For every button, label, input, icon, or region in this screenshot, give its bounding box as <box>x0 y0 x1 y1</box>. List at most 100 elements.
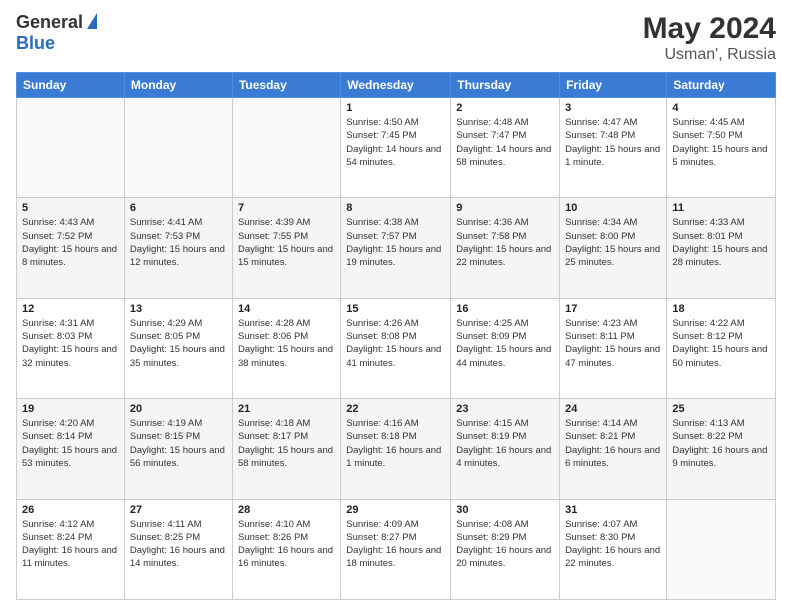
day-number: 5 <box>22 202 119 214</box>
day-info: Sunrise: 4:45 AM Sunset: 7:50 PM Dayligh… <box>672 116 770 169</box>
table-row: 6 Sunrise: 4:41 AM Sunset: 7:53 PM Daylig… <box>124 198 232 298</box>
day-info: Sunrise: 4:28 AM Sunset: 8:06 PM Dayligh… <box>238 317 335 370</box>
day-info: Sunrise: 4:34 AM Sunset: 8:00 PM Dayligh… <box>565 216 661 269</box>
table-row: 28 Sunrise: 4:10 AM Sunset: 8:26 PM Dayli… <box>232 499 340 599</box>
table-row <box>124 98 232 198</box>
day-info: Sunrise: 4:29 AM Sunset: 8:05 PM Dayligh… <box>130 317 227 370</box>
day-number: 22 <box>346 403 445 415</box>
header: General Blue May 2024 Usman', Russia <box>16 12 776 64</box>
logo-general-text: General <box>16 12 83 33</box>
day-info: Sunrise: 4:31 AM Sunset: 8:03 PM Dayligh… <box>22 317 119 370</box>
page: General Blue May 2024 Usman', Russia Sun… <box>0 0 792 612</box>
day-number: 21 <box>238 403 335 415</box>
day-number: 1 <box>346 102 445 114</box>
main-title: May 2024 <box>643 12 776 46</box>
table-row: 27Sunrise: 4:11 AM Sunset: 8:25 PM Dayli… <box>124 499 232 599</box>
day-number: 18 <box>672 303 770 315</box>
table-row: 7Sunrise: 4:39 AM Sunset: 7:55 PM Daylig… <box>232 198 340 298</box>
table-row: 30 Sunrise: 4:08 AM Sunset: 8:29 PM Dayli… <box>451 499 560 599</box>
day-number: 20 <box>130 403 227 415</box>
calendar-table: SundayMondayTuesdayWednesdayThursdayFrid… <box>16 72 776 600</box>
table-row: 19 Sunrise: 4:20 AM Sunset: 8:14 PM Dayli… <box>17 399 125 499</box>
day-number: 7 <box>238 202 335 214</box>
sub-title: Usman', Russia <box>643 46 776 64</box>
day-info: Sunrise: 4:11 AM Sunset: 8:25 PM Dayligh… <box>130 518 227 571</box>
day-info: Sunrise: 4:10 AM Sunset: 8:26 PM Dayligh… <box>238 518 335 571</box>
calendar-week-2: 5 Sunrise: 4:43 AM Sunset: 7:52 PM Daylig… <box>17 198 776 298</box>
table-row: 25Sunrise: 4:13 AM Sunset: 8:22 PM Dayli… <box>667 399 776 499</box>
table-row: 29 Sunrise: 4:09 AM Sunset: 8:27 PM Dayli… <box>341 499 451 599</box>
table-row: 14 Sunrise: 4:28 AM Sunset: 8:06 PM Dayli… <box>232 298 340 398</box>
table-row: 23 Sunrise: 4:15 AM Sunset: 8:19 PM Dayli… <box>451 399 560 499</box>
weekday-header-sunday: Sunday <box>17 73 125 98</box>
weekday-header-friday: Friday <box>560 73 667 98</box>
day-info: Sunrise: 4:50 AM Sunset: 7:45 PM Dayligh… <box>346 116 445 169</box>
day-info: Sunrise: 4:43 AM Sunset: 7:52 PM Dayligh… <box>22 216 119 269</box>
weekday-header-saturday: Saturday <box>667 73 776 98</box>
calendar-week-5: 26 Sunrise: 4:12 AM Sunset: 8:24 PM Dayli… <box>17 499 776 599</box>
day-info: Sunrise: 4:23 AM Sunset: 8:11 PM Dayligh… <box>565 317 661 370</box>
day-info: Sunrise: 4:15 AM Sunset: 8:19 PM Dayligh… <box>456 417 554 470</box>
table-row: 26 Sunrise: 4:12 AM Sunset: 8:24 PM Dayli… <box>17 499 125 599</box>
title-area: May 2024 Usman', Russia <box>643 12 776 64</box>
day-number: 29 <box>346 504 445 516</box>
day-number: 14 <box>238 303 335 315</box>
day-number: 19 <box>22 403 119 415</box>
table-row <box>667 499 776 599</box>
table-row: 16 Sunrise: 4:25 AM Sunset: 8:09 PM Dayli… <box>451 298 560 398</box>
calendar-body: 1 Sunrise: 4:50 AM Sunset: 7:45 PM Daylig… <box>17 98 776 600</box>
day-info: Sunrise: 4:16 AM Sunset: 8:18 PM Dayligh… <box>346 417 445 470</box>
table-row: 9 Sunrise: 4:36 AM Sunset: 7:58 PM Daylig… <box>451 198 560 298</box>
day-info: Sunrise: 4:08 AM Sunset: 8:29 PM Dayligh… <box>456 518 554 571</box>
day-number: 11 <box>672 202 770 214</box>
day-info: Sunrise: 4:25 AM Sunset: 8:09 PM Dayligh… <box>456 317 554 370</box>
day-number: 24 <box>565 403 661 415</box>
logo-area: General Blue <box>16 12 99 54</box>
table-row: 15Sunrise: 4:26 AM Sunset: 8:08 PM Dayli… <box>341 298 451 398</box>
day-info: Sunrise: 4:18 AM Sunset: 8:17 PM Dayligh… <box>238 417 335 470</box>
table-row: 22 Sunrise: 4:16 AM Sunset: 8:18 PM Dayli… <box>341 399 451 499</box>
day-info: Sunrise: 4:13 AM Sunset: 8:22 PM Dayligh… <box>672 417 770 470</box>
day-info: Sunrise: 4:47 AM Sunset: 7:48 PM Dayligh… <box>565 116 661 169</box>
weekday-header-monday: Monday <box>124 73 232 98</box>
day-number: 8 <box>346 202 445 214</box>
table-row: 17Sunrise: 4:23 AM Sunset: 8:11 PM Dayli… <box>560 298 667 398</box>
calendar-week-1: 1 Sunrise: 4:50 AM Sunset: 7:45 PM Daylig… <box>17 98 776 198</box>
day-number: 16 <box>456 303 554 315</box>
day-info: Sunrise: 4:36 AM Sunset: 7:58 PM Dayligh… <box>456 216 554 269</box>
table-row: 8Sunrise: 4:38 AM Sunset: 7:57 PM Daylig… <box>341 198 451 298</box>
day-number: 4 <box>672 102 770 114</box>
day-info: Sunrise: 4:41 AM Sunset: 7:53 PM Dayligh… <box>130 216 227 269</box>
logo-blue-text: Blue <box>16 33 55 54</box>
table-row: 1 Sunrise: 4:50 AM Sunset: 7:45 PM Daylig… <box>341 98 451 198</box>
day-number: 2 <box>456 102 554 114</box>
day-info: Sunrise: 4:09 AM Sunset: 8:27 PM Dayligh… <box>346 518 445 571</box>
day-number: 9 <box>456 202 554 214</box>
day-number: 6 <box>130 202 227 214</box>
table-row: 20Sunrise: 4:19 AM Sunset: 8:15 PM Dayli… <box>124 399 232 499</box>
calendar-header: SundayMondayTuesdayWednesdayThursdayFrid… <box>17 73 776 98</box>
weekday-header-row: SundayMondayTuesdayWednesdayThursdayFrid… <box>17 73 776 98</box>
table-row: 3 Sunrise: 4:47 AM Sunset: 7:48 PM Daylig… <box>560 98 667 198</box>
day-number: 23 <box>456 403 554 415</box>
day-number: 13 <box>130 303 227 315</box>
day-info: Sunrise: 4:14 AM Sunset: 8:21 PM Dayligh… <box>565 417 661 470</box>
day-info: Sunrise: 4:26 AM Sunset: 8:08 PM Dayligh… <box>346 317 445 370</box>
weekday-header-wednesday: Wednesday <box>341 73 451 98</box>
table-row: 10Sunrise: 4:34 AM Sunset: 8:00 PM Dayli… <box>560 198 667 298</box>
calendar-week-4: 19 Sunrise: 4:20 AM Sunset: 8:14 PM Dayli… <box>17 399 776 499</box>
table-row: 24 Sunrise: 4:14 AM Sunset: 8:21 PM Dayli… <box>560 399 667 499</box>
table-row: 12Sunrise: 4:31 AM Sunset: 8:03 PM Dayli… <box>17 298 125 398</box>
table-row: 18Sunrise: 4:22 AM Sunset: 8:12 PM Dayli… <box>667 298 776 398</box>
weekday-header-thursday: Thursday <box>451 73 560 98</box>
day-number: 3 <box>565 102 661 114</box>
day-number: 28 <box>238 504 335 516</box>
day-info: Sunrise: 4:20 AM Sunset: 8:14 PM Dayligh… <box>22 417 119 470</box>
day-number: 26 <box>22 504 119 516</box>
day-info: Sunrise: 4:33 AM Sunset: 8:01 PM Dayligh… <box>672 216 770 269</box>
table-row: 5 Sunrise: 4:43 AM Sunset: 7:52 PM Daylig… <box>17 198 125 298</box>
day-info: Sunrise: 4:12 AM Sunset: 8:24 PM Dayligh… <box>22 518 119 571</box>
table-row: 13 Sunrise: 4:29 AM Sunset: 8:05 PM Dayli… <box>124 298 232 398</box>
day-number: 30 <box>456 504 554 516</box>
logo: General <box>16 12 99 33</box>
